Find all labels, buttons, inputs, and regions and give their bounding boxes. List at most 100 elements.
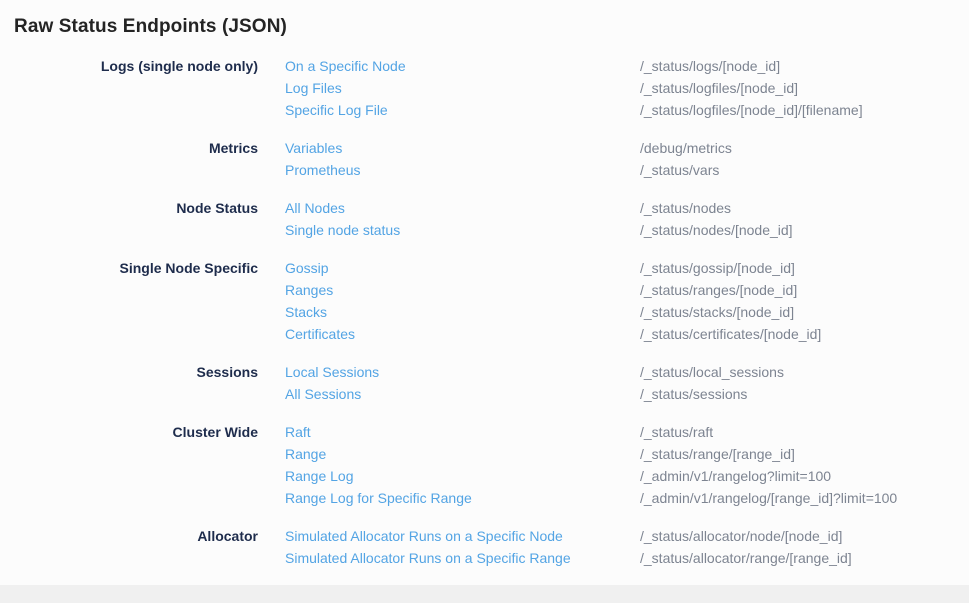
endpoint-link-cell: Stacks (285, 301, 640, 323)
endpoint-link-cell: All Sessions (285, 383, 640, 405)
endpoint-link[interactable]: Raft (285, 424, 311, 440)
endpoint-row: Log Files /_status/logfiles/[node_id] (285, 77, 969, 99)
endpoint-path: /_status/logfiles/[node_id] (640, 77, 798, 99)
endpoint-link[interactable]: All Nodes (285, 200, 345, 216)
endpoint-link-cell: Range Log for Specific Range (285, 487, 640, 509)
entry-list: Variables /debug/metrics Prometheus /_st… (285, 137, 969, 181)
entry-list: Raft /_status/raft Range /_status/range/… (285, 421, 969, 509)
endpoint-group: Sessions Local Sessions /_status/local_s… (14, 361, 969, 405)
endpoint-row: Specific Log File /_status/logfiles/[nod… (285, 99, 969, 121)
endpoint-row: Stacks /_status/stacks/[node_id] (285, 301, 969, 323)
endpoint-row: Simulated Allocator Runs on a Specific R… (285, 547, 969, 569)
endpoint-row: Single node status /_status/nodes/[node_… (285, 219, 969, 241)
endpoint-path: /_status/local_sessions (640, 361, 784, 383)
entry-list: Simulated Allocator Runs on a Specific N… (285, 525, 969, 569)
endpoint-path: /_status/sessions (640, 383, 747, 405)
endpoint-path: /_status/nodes/[node_id] (640, 219, 793, 241)
endpoint-row: Range Log /_admin/v1/rangelog?limit=100 (285, 465, 969, 487)
category-label: Node Status (14, 197, 285, 219)
endpoint-path: /_status/nodes (640, 197, 731, 219)
endpoint-link-cell: Range Log (285, 465, 640, 487)
endpoint-link[interactable]: Stacks (285, 304, 327, 320)
endpoint-row: Raft /_status/raft (285, 421, 969, 443)
debug-endpoints-page: Raw Status Endpoints (JSON) Logs (single… (0, 0, 969, 585)
endpoint-row: Range /_status/range/[range_id] (285, 443, 969, 465)
endpoint-link[interactable]: Range Log (285, 468, 354, 484)
endpoint-row: All Sessions /_status/sessions (285, 383, 969, 405)
category-label: Metrics (14, 137, 285, 159)
endpoint-row: Range Log for Specific Range /_admin/v1/… (285, 487, 969, 509)
endpoint-row: Variables /debug/metrics (285, 137, 969, 159)
endpoint-link[interactable]: Specific Log File (285, 102, 388, 118)
endpoint-link[interactable]: Simulated Allocator Runs on a Specific R… (285, 550, 571, 566)
endpoint-link[interactable]: Local Sessions (285, 364, 379, 380)
category-label: Single Node Specific (14, 257, 285, 279)
endpoint-row: Local Sessions /_status/local_sessions (285, 361, 969, 383)
endpoint-row: Certificates /_status/certificates/[node… (285, 323, 969, 345)
endpoint-group: Logs (single node only) On a Specific No… (14, 55, 969, 121)
endpoint-link[interactable]: Range (285, 446, 326, 462)
endpoint-link[interactable]: Ranges (285, 282, 333, 298)
category-label: Sessions (14, 361, 285, 383)
endpoint-path: /_status/range/[range_id] (640, 443, 795, 465)
endpoint-link[interactable]: All Sessions (285, 386, 361, 402)
endpoint-link-cell: Range (285, 443, 640, 465)
endpoint-link[interactable]: Simulated Allocator Runs on a Specific N… (285, 528, 563, 544)
entry-list: On a Specific Node /_status/logs/[node_i… (285, 55, 969, 121)
endpoint-link[interactable]: Range Log for Specific Range (285, 490, 472, 506)
endpoint-link[interactable]: Prometheus (285, 162, 360, 178)
endpoint-link[interactable]: On a Specific Node (285, 58, 406, 74)
endpoint-link-cell: Gossip (285, 257, 640, 279)
entry-list: All Nodes /_status/nodes Single node sta… (285, 197, 969, 241)
endpoint-link[interactable]: Variables (285, 140, 342, 156)
endpoint-link-cell: All Nodes (285, 197, 640, 219)
endpoint-link[interactable]: Certificates (285, 326, 355, 342)
endpoint-path: /_admin/v1/rangelog?limit=100 (640, 465, 831, 487)
entry-list: Local Sessions /_status/local_sessions A… (285, 361, 969, 405)
endpoint-link-cell: Simulated Allocator Runs on a Specific R… (285, 547, 640, 569)
endpoint-link[interactable]: Log Files (285, 80, 342, 96)
endpoint-link-cell: Local Sessions (285, 361, 640, 383)
endpoint-link-cell: Raft (285, 421, 640, 443)
endpoint-group: Node Status All Nodes /_status/nodes Sin… (14, 197, 969, 241)
endpoint-row: Gossip /_status/gossip/[node_id] (285, 257, 969, 279)
endpoint-path: /_status/ranges/[node_id] (640, 279, 797, 301)
category-label: Logs (single node only) (14, 55, 285, 77)
endpoint-link[interactable]: Single node status (285, 222, 400, 238)
endpoint-path: /_status/logs/[node_id] (640, 55, 780, 77)
category-label: Allocator (14, 525, 285, 547)
endpoint-link-cell: On a Specific Node (285, 55, 640, 77)
endpoint-path: /_status/stacks/[node_id] (640, 301, 794, 323)
category-label: Cluster Wide (14, 421, 285, 443)
page-bottom-strip (0, 585, 969, 603)
endpoint-path: /_status/logfiles/[node_id]/[filename] (640, 99, 863, 121)
endpoint-path: /_status/allocator/node/[node_id] (640, 525, 842, 547)
endpoint-path: /_status/raft (640, 421, 713, 443)
endpoint-row: All Nodes /_status/nodes (285, 197, 969, 219)
endpoint-group: Metrics Variables /debug/metrics Prometh… (14, 137, 969, 181)
endpoint-group: Single Node Specific Gossip /_status/gos… (14, 257, 969, 345)
entry-list: Gossip /_status/gossip/[node_id] Ranges … (285, 257, 969, 345)
endpoint-path: /_status/gossip/[node_id] (640, 257, 795, 279)
endpoint-path: /_status/certificates/[node_id] (640, 323, 821, 345)
endpoint-row: On a Specific Node /_status/logs/[node_i… (285, 55, 969, 77)
endpoint-link-cell: Variables (285, 137, 640, 159)
endpoint-groups: Logs (single node only) On a Specific No… (14, 55, 969, 569)
endpoint-link-cell: Single node status (285, 219, 640, 241)
endpoint-path: /_status/vars (640, 159, 719, 181)
endpoint-link-cell: Log Files (285, 77, 640, 99)
endpoint-link-cell: Prometheus (285, 159, 640, 181)
endpoint-link-cell: Simulated Allocator Runs on a Specific N… (285, 525, 640, 547)
endpoint-row: Prometheus /_status/vars (285, 159, 969, 181)
endpoint-path: /debug/metrics (640, 137, 732, 159)
endpoint-group: Allocator Simulated Allocator Runs on a … (14, 525, 969, 569)
endpoint-link-cell: Specific Log File (285, 99, 640, 121)
endpoint-link-cell: Certificates (285, 323, 640, 345)
endpoint-path: /_status/allocator/range/[range_id] (640, 547, 852, 569)
endpoint-link[interactable]: Gossip (285, 260, 329, 276)
endpoint-row: Ranges /_status/ranges/[node_id] (285, 279, 969, 301)
endpoint-path: /_admin/v1/rangelog/[range_id]?limit=100 (640, 487, 897, 509)
endpoint-link-cell: Ranges (285, 279, 640, 301)
page-title: Raw Status Endpoints (JSON) (14, 14, 969, 40)
endpoint-row: Simulated Allocator Runs on a Specific N… (285, 525, 969, 547)
